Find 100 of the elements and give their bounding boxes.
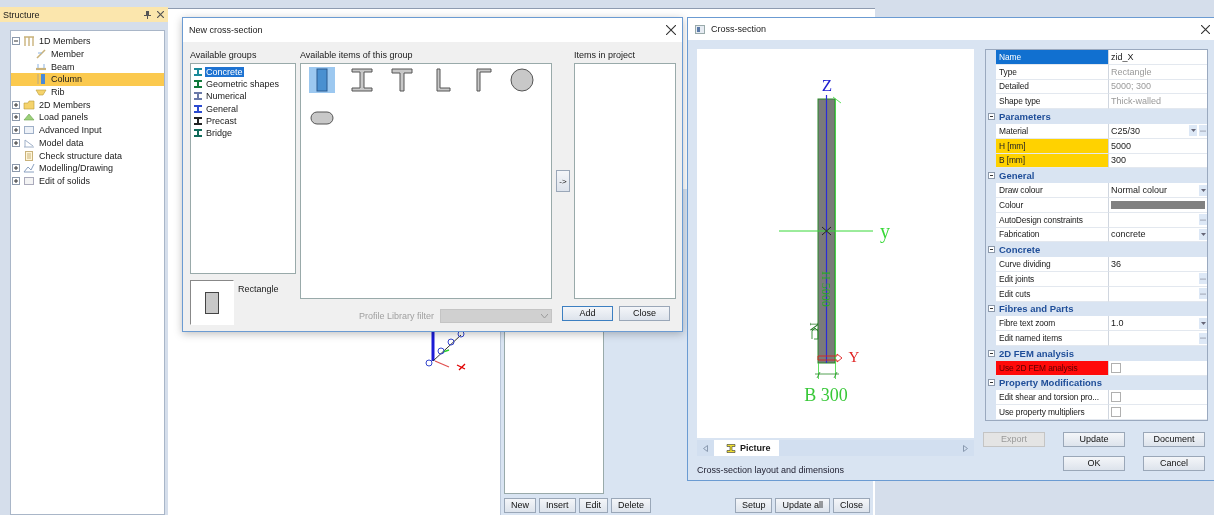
group-item[interactable]: Concrete	[205, 67, 244, 78]
collapse-icon[interactable]	[987, 379, 995, 387]
tree-item[interactable]: Member	[11, 47, 164, 61]
tree-item[interactable]: Advanced Input	[38, 125, 103, 136]
dialog-button[interactable]: Close	[619, 306, 670, 321]
colour-swatch[interactable]	[1111, 200, 1205, 209]
tree-item[interactable]: Modelling/Drawing	[38, 163, 115, 174]
toolbar-button[interactable]: Edit	[578, 497, 609, 513]
shape-item[interactable]	[389, 67, 415, 93]
group-item[interactable]: Precast	[205, 115, 238, 126]
tree-item[interactable]: Edit of solids	[38, 175, 92, 186]
group-item[interactable]: Numerical	[205, 91, 248, 102]
collapse-icon[interactable]	[987, 246, 995, 254]
toolbar-button[interactable]: Update all	[775, 497, 830, 513]
member-icon	[35, 48, 47, 61]
dropdown-button[interactable]	[1199, 317, 1207, 329]
dialog-button[interactable]: Document	[1143, 431, 1205, 447]
checkbox[interactable]	[1111, 392, 1121, 403]
property-label: Edit shear and torsion pro...	[996, 390, 1109, 406]
property-value: 5000	[1111, 140, 1133, 151]
close-icon[interactable]	[666, 25, 676, 35]
tree-item[interactable]: 2D Members	[38, 99, 92, 110]
collapse-icon[interactable]	[987, 349, 995, 357]
property-value: 36	[1111, 259, 1122, 270]
expand-icon[interactable]	[11, 176, 20, 185]
property-label: Edit named items	[996, 331, 1109, 346]
dialog-title: Cross-section	[711, 24, 767, 34]
axis-label: y	[880, 220, 890, 242]
dialog-button[interactable]: Update	[1063, 431, 1125, 447]
property-value: Normal colour	[1111, 185, 1169, 196]
caret-icon	[1200, 188, 1206, 192]
collapse-icon[interactable]	[987, 172, 995, 180]
collapse-icon[interactable]	[987, 113, 995, 121]
checklist-icon	[23, 149, 35, 162]
checkbox[interactable]	[1111, 362, 1121, 373]
close-icon[interactable]	[1201, 24, 1210, 34]
dropdown-button[interactable]	[1199, 184, 1207, 196]
toolbar-button[interactable]: New	[504, 497, 536, 513]
i-beam-icon	[349, 67, 375, 93]
group-item[interactable]: Geometric shapes	[205, 79, 281, 90]
property-value: 5000; 300	[1111, 81, 1153, 92]
rectangle-shape-icon	[205, 291, 219, 314]
circle-shape-icon	[509, 67, 535, 93]
rib-icon	[35, 86, 47, 99]
tab[interactable]: Picture	[714, 440, 779, 456]
toolbar-button[interactable]: Setup	[734, 497, 773, 513]
tree-item[interactable]: Beam	[11, 60, 164, 74]
property-value: 300	[1111, 155, 1128, 166]
shape-item[interactable]	[509, 67, 535, 93]
tree-item[interactable]: Check structure data	[38, 150, 124, 161]
tree-item[interactable]: 1D Members	[38, 36, 92, 47]
section-header: Concrete	[998, 243, 1042, 258]
property-label: Name	[996, 50, 1109, 65]
pin-icon[interactable]	[144, 10, 151, 19]
dialog-title: New cross-section	[189, 25, 264, 35]
property-label: Shape type	[996, 94, 1109, 110]
dialog-button[interactable]: Add	[562, 306, 613, 321]
dropdown-button[interactable]	[1189, 125, 1197, 137]
shape-item[interactable]	[309, 67, 335, 93]
tree-item[interactable]: Rib	[11, 85, 164, 99]
expand-icon[interactable]	[11, 113, 20, 122]
dropdown-button[interactable]	[1199, 228, 1207, 240]
tree-item[interactable]: Model data	[38, 137, 85, 148]
toolbar-button[interactable]: Close	[833, 497, 870, 513]
property-label: Draw colour	[996, 183, 1109, 198]
expand-icon[interactable]	[11, 164, 20, 173]
expand-icon[interactable]	[11, 126, 20, 135]
shape-item[interactable]	[349, 67, 375, 93]
preview-label: Rectangle	[238, 283, 279, 296]
filter-label: Profile Library filter	[358, 310, 434, 321]
arrow-icon	[817, 353, 843, 363]
drawing-icon	[23, 162, 35, 175]
close-icon[interactable]	[157, 11, 164, 18]
caret-icon	[1200, 232, 1206, 236]
section-header: Parameters	[998, 110, 1052, 124]
tree-item[interactable]: Load panels	[38, 112, 90, 123]
dimension-label: B 300	[804, 385, 848, 405]
property-label: Material	[996, 124, 1109, 139]
caret-icon	[541, 313, 548, 318]
property-label: Use 2D FEM analysis	[996, 360, 1109, 376]
collapse-icon[interactable]	[987, 305, 995, 313]
group-item[interactable]: General	[205, 103, 240, 114]
group-item[interactable]: Bridge	[205, 127, 233, 138]
dialog-button[interactable]: Cancel	[1143, 455, 1205, 471]
property-value: Rectangle	[1111, 66, 1153, 77]
transfer-button[interactable]: ->	[556, 170, 570, 192]
section-label: Available items of this group	[300, 49, 414, 62]
property-value: concrete	[1111, 229, 1147, 240]
toolbar-button[interactable]: Insert	[539, 497, 576, 513]
section-header: General	[998, 169, 1036, 184]
panel-title: Structure	[3, 9, 41, 20]
property-value: Thick-walled	[1111, 96, 1162, 107]
expand-icon[interactable]	[11, 100, 20, 109]
status-text: Cross-section layout and dimensions	[697, 465, 846, 475]
tree-item[interactable]: Column	[11, 73, 164, 86]
checkbox[interactable]	[1111, 407, 1121, 417]
dialog-button[interactable]: OK	[1063, 455, 1125, 471]
i-beam-icon	[193, 79, 203, 90]
toolbar-button[interactable]: Delete	[611, 497, 652, 513]
expand-icon[interactable]	[11, 138, 20, 147]
